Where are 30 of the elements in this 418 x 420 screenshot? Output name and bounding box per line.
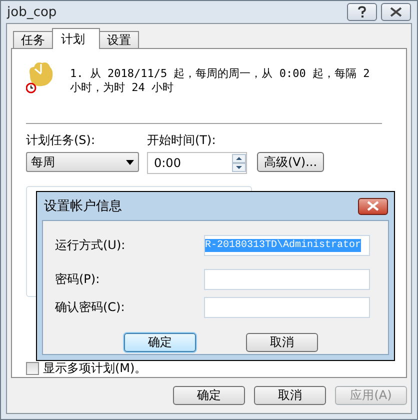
field-label: 运行方式(U): [55, 236, 126, 254]
window-title: job_cop [7, 4, 58, 20]
close-icon [367, 201, 379, 211]
close-button[interactable] [358, 198, 388, 214]
caret-icon [126, 160, 134, 164]
close-icon [390, 7, 402, 17]
dialog-button[interactable]: 确定 [124, 333, 196, 352]
dialog-title: 设置帐户信息 [43, 198, 123, 215]
close-button[interactable] [381, 3, 411, 21]
field-label: 密码(P): [55, 270, 101, 288]
help-button[interactable] [347, 3, 377, 21]
schedule-summary: 1. 从 2018/11/5 起，每周的周一，从 0:00 起，每隔 2 小时，为时 24 小时 [70, 67, 370, 95]
field-label: 确认密码(C): [55, 298, 126, 316]
schedule-type-dropdown[interactable]: 每周 [26, 152, 139, 172]
schedule-type-label: 计划任务(S): [26, 132, 96, 149]
checkbox-label: 显示多项计划(M)。 [43, 360, 147, 377]
tab[interactable]: 任务 [13, 31, 53, 48]
spinner-icon [232, 154, 246, 172]
start-time-label: 开始时间(T): [147, 132, 217, 149]
dialog-button[interactable]: 取消 [246, 333, 318, 352]
tab[interactable]: 设置 [99, 31, 139, 48]
start-time-field[interactable]: 0:00 [147, 152, 247, 174]
tab[interactable]: 计划 [52, 28, 100, 49]
help-icon [357, 6, 367, 18]
dialog-button[interactable]: 确定 [173, 386, 245, 405]
input-field[interactable] [204, 268, 370, 290]
advanced-button[interactable]: 高级(V)... [257, 152, 324, 172]
dialog-button[interactable]: 取消 [254, 386, 326, 405]
checkbox[interactable] [26, 362, 39, 375]
input-field[interactable] [204, 296, 370, 318]
